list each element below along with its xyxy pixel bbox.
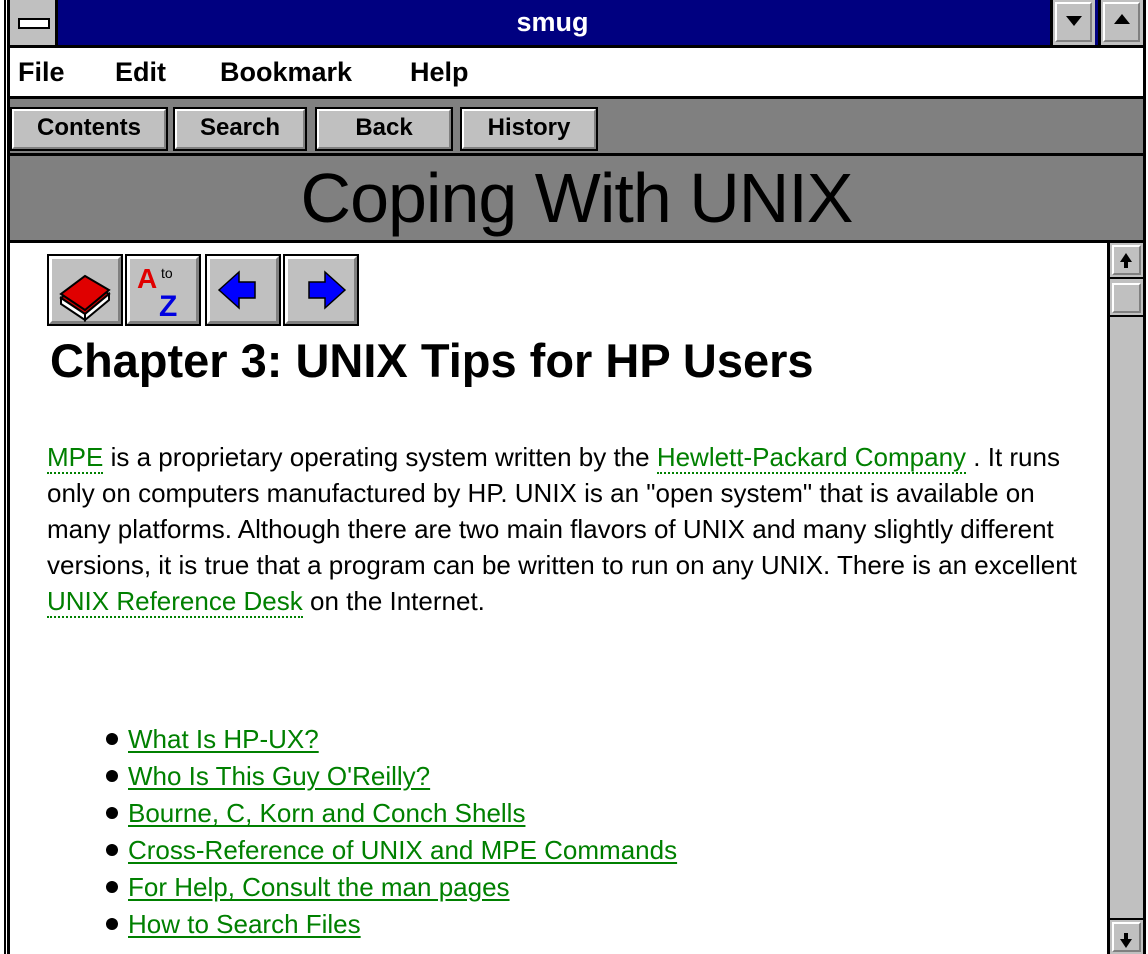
- link-man-pages[interactable]: For Help, Consult the man pages: [128, 872, 510, 902]
- system-menu-button[interactable]: [10, 0, 58, 45]
- link-mpe[interactable]: MPE: [47, 442, 104, 474]
- scroll-thumb[interactable]: [1110, 281, 1143, 317]
- scroll-down-button[interactable]: [1110, 918, 1143, 954]
- scroll-up-button[interactable]: [1110, 243, 1143, 279]
- book-icon[interactable]: [47, 254, 123, 326]
- minimize-icon: [1066, 16, 1082, 26]
- svg-text:A: A: [137, 263, 157, 294]
- list-item: For Help, Consult the man pages: [106, 869, 677, 906]
- para-text-3: on the Internet.: [302, 586, 485, 616]
- topic-banner: Coping With UNIX: [10, 156, 1143, 243]
- desktop-edge: [0, 0, 7, 954]
- banner-title: Coping With UNIX: [300, 159, 854, 237]
- list-item: Bourne, C, Korn and Conch Shells: [106, 795, 677, 832]
- list-item: How to Search Files: [106, 906, 677, 943]
- title-bar[interactable]: smug: [10, 0, 1143, 48]
- svg-text:to: to: [161, 265, 173, 281]
- topic-link-list: What Is HP-UX? Who Is This Guy O'Reilly?…: [106, 721, 677, 943]
- search-button[interactable]: Search: [173, 107, 307, 151]
- link-shells[interactable]: Bourne, C, Korn and Conch Shells: [128, 798, 525, 828]
- para-text-1: is a proprietary operating system writte…: [103, 442, 657, 472]
- link-search-files[interactable]: How to Search Files: [128, 909, 361, 939]
- previous-arrow-icon[interactable]: [205, 254, 281, 326]
- next-arrow-icon[interactable]: [283, 254, 359, 326]
- link-hewlett-packard[interactable]: Hewlett-Packard Company: [656, 442, 967, 474]
- contents-button[interactable]: Contents: [10, 107, 168, 151]
- menu-help[interactable]: Help: [410, 48, 469, 96]
- menu-file[interactable]: File: [18, 48, 65, 96]
- menu-edit[interactable]: Edit: [115, 48, 166, 96]
- system-menu-icon: [18, 18, 50, 29]
- svg-text:Z: Z: [159, 290, 177, 323]
- list-item: Who Is This Guy O'Reilly?: [106, 758, 677, 795]
- back-button[interactable]: Back: [315, 107, 453, 151]
- a-to-z-index-icon[interactable]: A to Z: [125, 254, 201, 326]
- topic-content: A to Z Chapter 3: UNIX Tips for HP Users…: [10, 243, 1107, 954]
- maximize-icon: [1114, 14, 1130, 24]
- list-item: Cross-Reference of UNIX and MPE Commands: [106, 832, 677, 869]
- menu-bar: File Edit Bookmark Help: [10, 48, 1143, 99]
- vertical-scrollbar[interactable]: [1107, 243, 1143, 954]
- minimize-button[interactable]: [1050, 0, 1095, 45]
- link-what-is-hp-ux[interactable]: What Is HP-UX?: [128, 724, 319, 754]
- chapter-heading: Chapter 3: UNIX Tips for HP Users: [50, 334, 814, 387]
- link-who-is-oreilly[interactable]: Who Is This Guy O'Reilly?: [128, 761, 430, 791]
- link-unix-reference-desk[interactable]: UNIX Reference Desk: [47, 586, 303, 618]
- menu-bookmark[interactable]: Bookmark: [220, 48, 352, 96]
- button-bar: Contents Search Back History: [10, 99, 1143, 156]
- scroll-down-icon: [1120, 933, 1132, 948]
- history-button[interactable]: History: [460, 107, 598, 151]
- maximize-button[interactable]: [1098, 0, 1143, 45]
- intro-paragraph: MPE is a proprietary operating system wr…: [47, 439, 1099, 619]
- scroll-up-icon: [1120, 253, 1132, 268]
- window-title: smug: [516, 7, 589, 37]
- help-window: smug File Edit Bookmark Help Contents Se…: [7, 0, 1146, 954]
- link-cross-reference[interactable]: Cross-Reference of UNIX and MPE Commands: [128, 835, 677, 865]
- list-item: What Is HP-UX?: [106, 721, 677, 758]
